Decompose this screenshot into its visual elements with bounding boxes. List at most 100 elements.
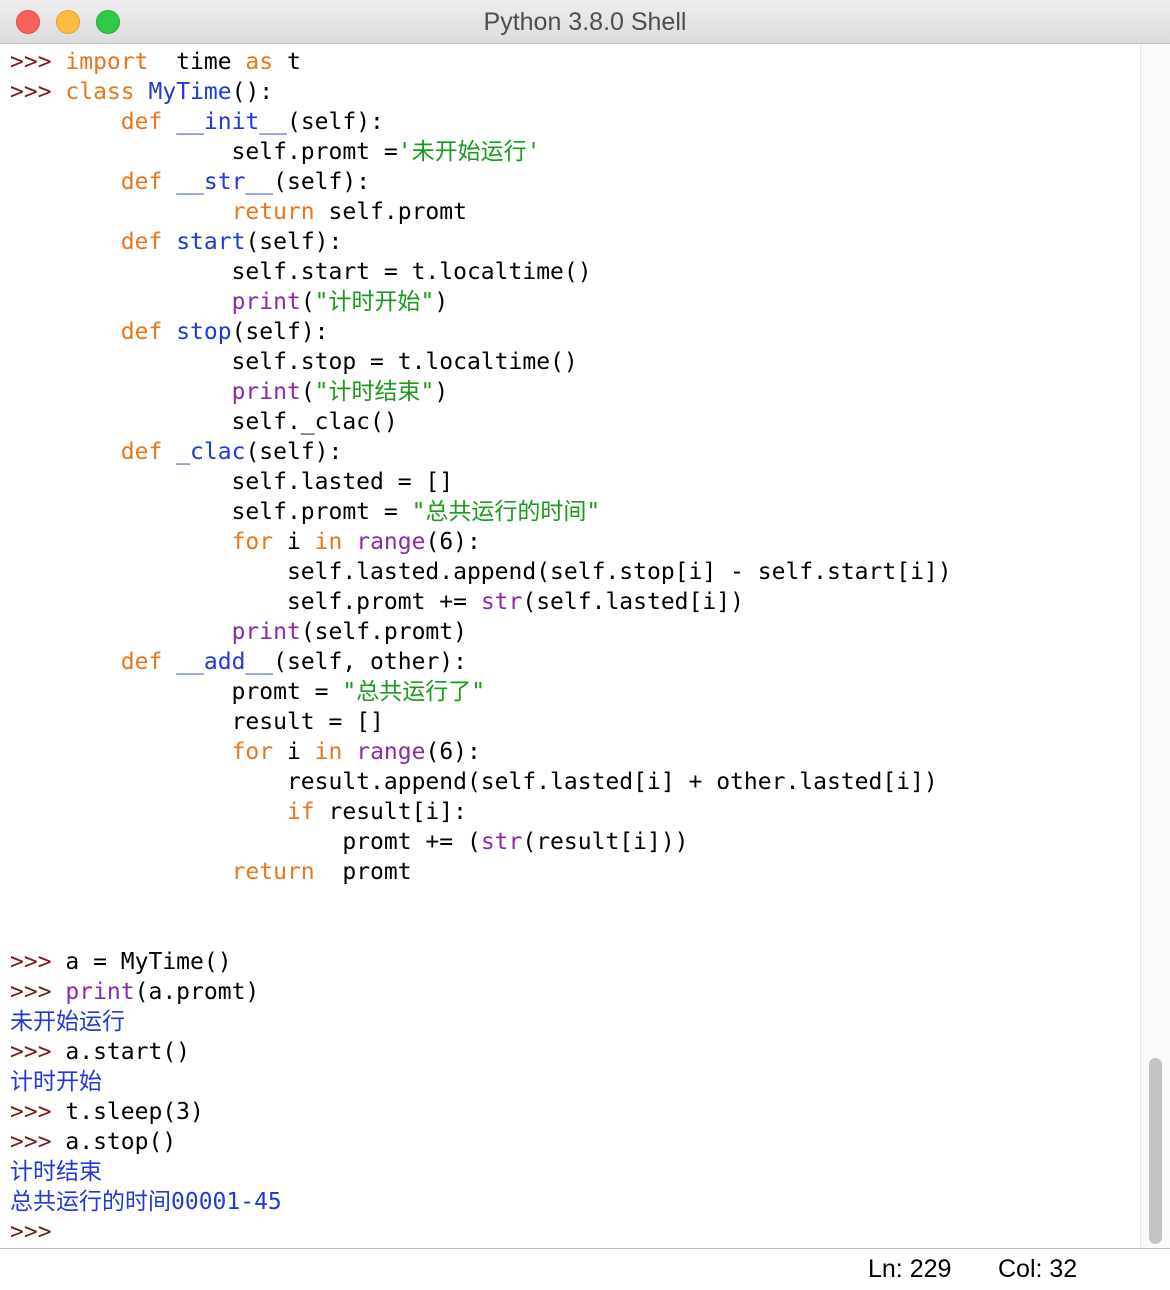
shell-line: 未开始运行 <box>10 1007 1140 1037</box>
code-token: "计时结束" <box>314 379 435 405</box>
code-token: result.append(self.lasted[i] + other.las… <box>10 769 938 795</box>
code-token: "总共运行的时间" <box>411 499 601 525</box>
code-token: (result[i])) <box>522 829 689 855</box>
shell-line: >>> print(a.promt) <box>10 977 1140 1007</box>
code-token: __str__ <box>176 169 274 195</box>
code-token: import <box>65 49 149 75</box>
shell-line: self.start = t.localtime() <box>10 257 1140 287</box>
shell-line: 计时结束 <box>10 1157 1140 1187</box>
code-token: (self): <box>245 439 343 465</box>
code-token: for <box>231 529 274 555</box>
code-token: (self, other): <box>273 649 467 675</box>
shell-line: print("计时结束") <box>10 377 1140 407</box>
vertical-scrollbar[interactable] <box>1140 44 1170 1248</box>
shell-line <box>10 887 1140 917</box>
code-token: a.stop() <box>65 1129 177 1155</box>
shell-prompt: >>> <box>10 49 66 75</box>
shell-line: result = [] <box>10 707 1140 737</box>
code-token: def <box>120 649 163 675</box>
code-token: return <box>231 199 315 225</box>
code-token: promt <box>314 859 412 885</box>
code-token: __init__ <box>176 109 287 135</box>
code-token: self.stop = t.localtime() <box>10 349 578 375</box>
shell-line: >>> class MyTime(): <box>10 77 1140 107</box>
shell-line: promt += (str(result[i])) <box>10 827 1140 857</box>
code-token: (self): <box>286 109 384 135</box>
code-token: MyTime <box>148 79 232 105</box>
shell-line: promt = "总共运行了" <box>10 677 1140 707</box>
code-token: if <box>286 799 315 825</box>
code-token: def <box>120 319 163 345</box>
code-token: (self): <box>273 169 371 195</box>
scrollbar-thumb[interactable] <box>1149 1058 1162 1244</box>
shell-line: return promt <box>10 857 1140 887</box>
code-token: ( <box>300 289 315 315</box>
code-token: self.lasted = [] <box>10 469 454 495</box>
code-token: ) <box>434 289 449 315</box>
code-token: ) <box>434 379 449 405</box>
shell-output: 总共运行的时间00001-45 <box>10 1189 282 1215</box>
code-token: self.promt = <box>10 139 398 165</box>
code-token: (a.promt) <box>134 979 260 1005</box>
shell-line: self.promt += str(self.lasted[i]) <box>10 587 1140 617</box>
shell-line: if result[i]: <box>10 797 1140 827</box>
code-token: in <box>314 739 343 765</box>
code-token: a = MyTime() <box>65 949 232 975</box>
code-token: _clac <box>176 439 246 465</box>
shell-line: >>> import time as t <box>10 47 1140 77</box>
shell-line: self._clac() <box>10 407 1140 437</box>
code-token: __add__ <box>176 649 274 675</box>
code-token: range <box>356 529 426 555</box>
title-bar: Python 3.8.0 Shell <box>0 0 1170 44</box>
code-token: as <box>245 49 274 75</box>
shell-line: 计时开始 <box>10 1067 1140 1097</box>
code-token: t <box>273 49 301 75</box>
shell-line: print(self.promt) <box>10 617 1140 647</box>
shell-line: def __str__(self): <box>10 167 1140 197</box>
code-token: class <box>65 79 135 105</box>
shell-line: def start(self): <box>10 227 1140 257</box>
code-token: promt = <box>10 679 343 705</box>
code-token: (self.lasted[i]) <box>522 589 744 615</box>
shell-line: >>> <box>10 1217 1140 1247</box>
code-token: print <box>65 979 135 1005</box>
code-token: a.start() <box>65 1039 191 1065</box>
code-token: i <box>273 739 315 765</box>
shell-prompt: >>> <box>10 1129 66 1155</box>
code-token: self.lasted.append(self.stop[i] - self.s… <box>10 559 952 585</box>
shell-line: def __init__(self): <box>10 107 1140 137</box>
column-number-indicator: Col: 32 <box>998 1255 1078 1283</box>
shell-line: >>> a = MyTime() <box>10 947 1140 977</box>
shell-text-area[interactable]: >>> import time as t >>> class MyTime(): … <box>0 44 1140 1248</box>
code-token: (): <box>231 79 274 105</box>
shell-prompt: >>> <box>10 79 66 105</box>
code-token: stop <box>176 319 232 345</box>
code-token: return <box>231 859 315 885</box>
code-token: result = [] <box>10 709 384 735</box>
shell-line: self.promt = "总共运行的时间" <box>10 497 1140 527</box>
code-token: t.sleep(3) <box>65 1099 204 1125</box>
code-token: '未开始运行' <box>397 139 541 165</box>
code-token: start <box>176 229 246 255</box>
code-token: self.promt = <box>10 499 412 525</box>
shell-line: for i in range(6): <box>10 527 1140 557</box>
code-token: range <box>356 739 426 765</box>
code-token: print <box>231 619 301 645</box>
